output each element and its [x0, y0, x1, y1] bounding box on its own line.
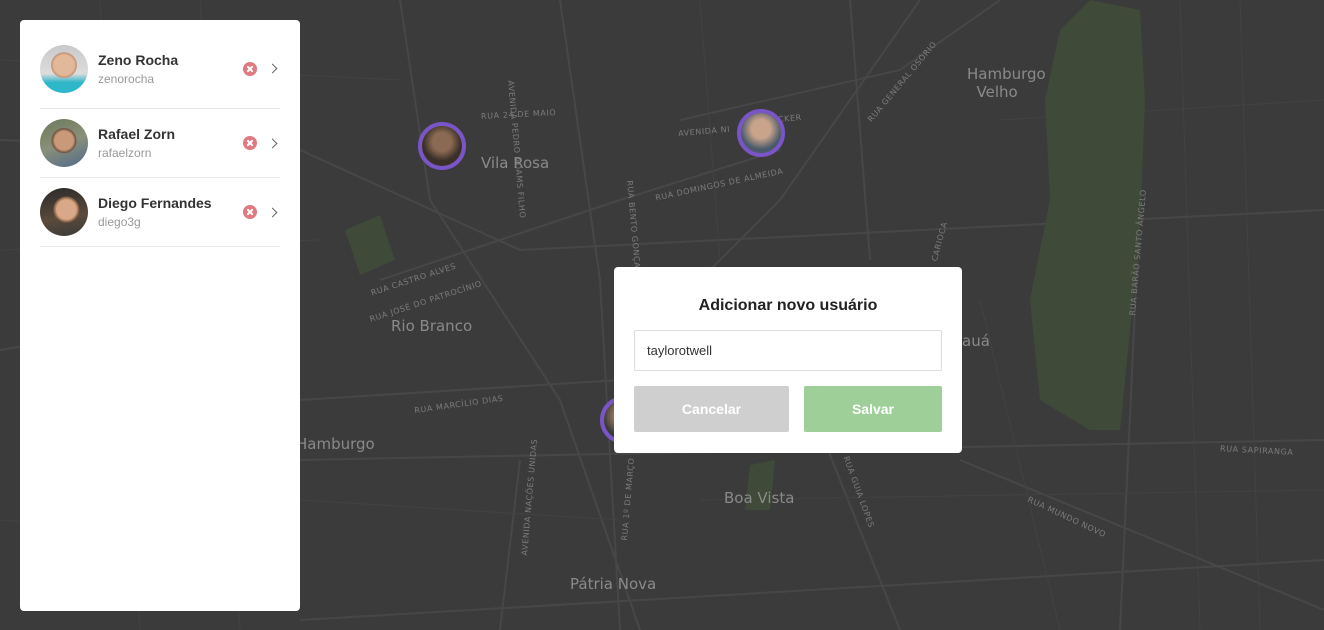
modal-title: Adicionar novo usuário [698, 297, 878, 314]
avatar [40, 188, 88, 236]
cancel-button[interactable]: Cancelar [634, 386, 789, 432]
map-label-rio-branco: Rio Branco [391, 317, 473, 335]
user-name: Rafael Zorn [98, 126, 176, 142]
map-marker-user[interactable] [418, 122, 466, 170]
chevron-right-icon[interactable] [267, 63, 278, 74]
user-list-item[interactable]: Zeno Rocha zenorocha [40, 29, 280, 109]
user-list-item[interactable]: Diego Fernandes diego3g [40, 178, 280, 247]
save-button[interactable]: Salvar [804, 386, 942, 432]
map-label-patria-nova: Pátria Nova [570, 575, 657, 593]
remove-circle-icon[interactable] [243, 61, 257, 76]
map-label-boa-vista: Boa Vista [724, 489, 795, 507]
user-list-panel: Zeno Rocha zenorocha Rafael Zorn rafaelz… [20, 20, 300, 611]
remove-circle-icon[interactable] [243, 136, 257, 150]
avatar [40, 44, 88, 93]
map-label-hamburgo-velho: Hamburgo Velho [967, 65, 1046, 101]
avatar [40, 119, 88, 167]
remove-circle-icon[interactable] [243, 205, 257, 219]
user-name: Zeno Rocha [98, 51, 179, 68]
add-user-modal: Adicionar novo usuário Cancelar Salvar [614, 267, 962, 453]
map-label-partial: auá [962, 332, 990, 350]
user-list-item[interactable]: Rafael Zorn rafaelzorn [40, 109, 280, 178]
chevron-right-icon[interactable] [267, 138, 278, 148]
modal-actions: Cancelar Salvar [634, 386, 942, 432]
username-input[interactable] [634, 330, 942, 371]
user-login: rafaelzorn [98, 146, 152, 160]
user-name: Diego Fernandes [98, 195, 212, 211]
street-label: AVENIDA PEDRO ADAMS FILHO [506, 80, 528, 219]
user-login: diego3g [98, 215, 141, 229]
map-label-hamburgo: Hamburgo [296, 435, 375, 453]
user-login: zenorocha [98, 71, 155, 86]
chevron-right-icon[interactable] [267, 207, 278, 217]
map-marker-user[interactable] [737, 109, 785, 157]
avatar-image-icon [741, 113, 781, 153]
avatar-image-icon [422, 126, 462, 166]
